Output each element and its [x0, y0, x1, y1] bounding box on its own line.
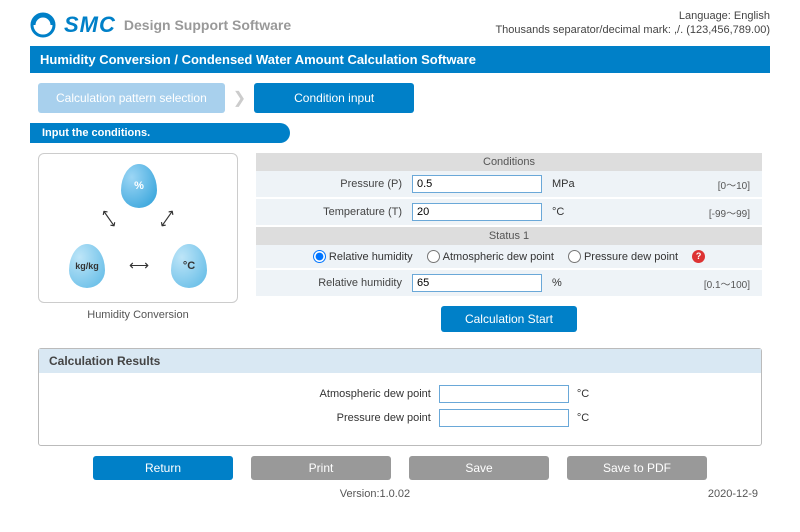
arrow-icon: ⟷ [154, 205, 179, 231]
pressure-input[interactable] [412, 175, 542, 193]
result-pressure-dew-unit: °C [577, 412, 589, 424]
save-button[interactable]: Save [409, 456, 549, 480]
logo-area: SMC Design Support Software [30, 12, 291, 38]
page-title: Humidity Conversion / Condensed Water Am… [30, 46, 770, 73]
chevron-right-icon: ❯ [233, 88, 246, 108]
temperature-label: Temperature (T) [262, 206, 412, 218]
step-condition-input[interactable]: Condition input [254, 83, 414, 113]
rel-humidity-range: [0.1～100] [704, 276, 756, 291]
rel-humidity-label: Relative humidity [262, 277, 412, 289]
drop-celsius-icon: °C [171, 244, 207, 288]
save-pdf-button[interactable]: Save to PDF [567, 456, 707, 480]
result-pressure-dew-label: Pressure dew point [211, 412, 431, 424]
rel-humidity-input[interactable] [412, 274, 542, 292]
logo-brand: SMC [64, 12, 116, 38]
pressure-unit: MPa [542, 178, 592, 190]
pressure-label: Pressure (P) [262, 178, 412, 190]
return-button[interactable]: Return [93, 456, 233, 480]
arrow-icon: ⟷ [129, 257, 149, 274]
help-icon[interactable]: ? [692, 250, 705, 263]
radio-pressure-dew[interactable]: Pressure dew point [568, 250, 678, 263]
section-label: Input the conditions. [30, 123, 290, 143]
status-header: Status 1 [256, 227, 762, 245]
rel-humidity-unit: % [542, 277, 592, 289]
radio-atmospheric-dew[interactable]: Atmospheric dew point [427, 250, 554, 263]
diagram-caption: Humidity Conversion [38, 309, 238, 321]
separator-note: Thousands separator/decimal mark: ,/. (1… [495, 24, 770, 36]
drop-percent-icon: % [121, 164, 157, 208]
temperature-input[interactable] [412, 203, 542, 221]
conditions-header: Conditions [256, 153, 762, 171]
step-pattern-selection[interactable]: Calculation pattern selection [38, 83, 225, 113]
calculation-start-button[interactable]: Calculation Start [441, 306, 577, 332]
logo-icon [30, 12, 56, 38]
logo-subtitle: Design Support Software [124, 17, 291, 33]
version-label: Version:1.0.02 [340, 488, 410, 500]
radio-relative-humidity[interactable]: Relative humidity [313, 250, 413, 263]
temperature-unit: °C [542, 206, 592, 218]
result-atmospheric-input[interactable] [439, 385, 569, 403]
diagram: % kg/kg °C ⟷ ⟷ ⟷ [38, 153, 238, 303]
results-header: Calculation Results [39, 349, 761, 373]
version-date: 2020-12-9 [708, 488, 758, 500]
pressure-range: [0～10] [718, 177, 756, 192]
result-atmospheric-label: Atmospheric dew point [211, 388, 431, 400]
result-atmospheric-unit: °C [577, 388, 589, 400]
print-button[interactable]: Print [251, 456, 391, 480]
result-pressure-dew-input[interactable] [439, 409, 569, 427]
temperature-range: [-99～99] [709, 205, 756, 220]
arrow-icon: ⟷ [96, 205, 121, 231]
language-label: Language: English [495, 10, 770, 22]
drop-kgkg-icon: kg/kg [69, 244, 105, 288]
